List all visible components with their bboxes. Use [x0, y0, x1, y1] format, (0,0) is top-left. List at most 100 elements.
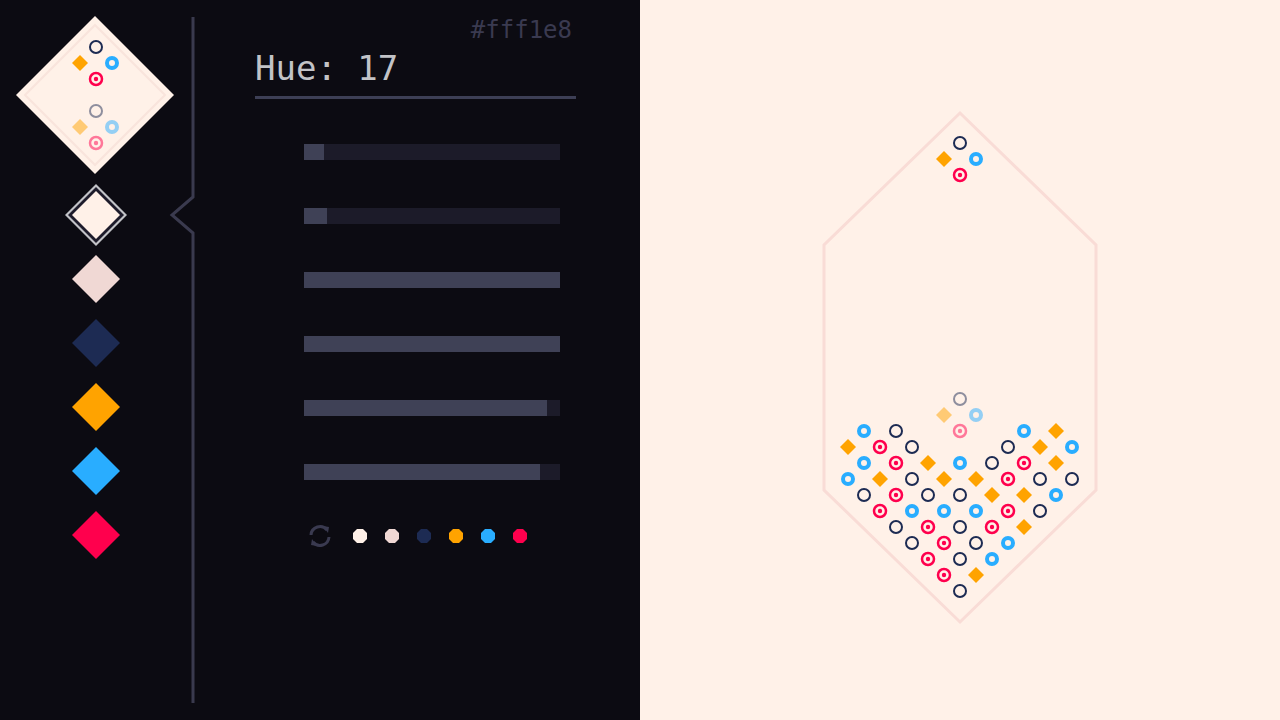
- slider-fill: [304, 272, 560, 288]
- falling-piece[interactable]: [936, 137, 981, 181]
- slider-track[interactable]: [304, 144, 560, 160]
- slider-fill: [304, 336, 560, 352]
- board-cell: [890, 521, 902, 533]
- board-cell: [938, 569, 950, 581]
- board-cell: [72, 119, 88, 135]
- editor-panel: #fff1e8 Hue: 17: [0, 0, 640, 720]
- color-dot[interactable]: [384, 528, 400, 544]
- board-cell: [890, 425, 902, 437]
- board-cell: [938, 537, 950, 549]
- board-cell: [954, 169, 966, 181]
- swatch-diamond: [64, 503, 128, 567]
- board-cell: [971, 506, 981, 516]
- board-cell: [1048, 423, 1064, 439]
- board-cell: [1032, 439, 1048, 455]
- slider-track[interactable]: [304, 464, 560, 480]
- board-cell: [922, 521, 934, 533]
- ghost-piece: [936, 393, 981, 437]
- game-area: [640, 0, 1280, 720]
- board-cell: [90, 41, 102, 53]
- slider-track[interactable]: [304, 272, 560, 288]
- board-cell: [1034, 505, 1046, 517]
- palette-swatch[interactable]: [22, 183, 170, 247]
- board-cell: [840, 439, 856, 455]
- color-dot[interactable]: [352, 528, 368, 544]
- board-cell: [872, 471, 888, 487]
- board-cell: [843, 474, 853, 484]
- board-cell: [906, 473, 918, 485]
- palette-swatch[interactable]: [22, 503, 170, 567]
- color-dot[interactable]: [512, 528, 528, 544]
- board-cell: [955, 458, 965, 468]
- slider-fill: [304, 144, 324, 160]
- board-cell: [107, 122, 117, 132]
- palette-swatch[interactable]: [22, 311, 170, 375]
- piece-preview: [15, 15, 175, 175]
- slider-track[interactable]: [304, 400, 560, 416]
- board-cell: [1034, 473, 1046, 485]
- board-cell: [906, 537, 918, 549]
- board-cell: [986, 457, 998, 469]
- slider-track[interactable]: [304, 336, 560, 352]
- board-cell: [954, 553, 966, 565]
- refresh-icon[interactable]: [304, 520, 336, 552]
- slider-list: [255, 144, 576, 480]
- board-cell: [986, 521, 998, 533]
- palette-column: [0, 0, 166, 720]
- board-cell: [1002, 473, 1014, 485]
- board-cell: [874, 505, 886, 517]
- divider-line: [166, 0, 196, 720]
- board-cell: [922, 553, 934, 565]
- board-cell: [954, 521, 966, 533]
- board-cell: [954, 585, 966, 597]
- board-outline: [824, 113, 1096, 622]
- board-cell: [987, 554, 997, 564]
- board-cell: [936, 471, 952, 487]
- palette-swatch[interactable]: [22, 439, 170, 503]
- board-cell: [971, 154, 981, 164]
- editor-header: #fff1e8 Hue: 17: [255, 0, 576, 99]
- palette-swatch[interactable]: [22, 375, 170, 439]
- color-dot[interactable]: [480, 528, 496, 544]
- board-cell: [922, 489, 934, 501]
- board-cell: [954, 425, 966, 437]
- board-cell: [936, 151, 952, 167]
- game-board[interactable]: [640, 0, 1280, 720]
- board-cell: [874, 441, 886, 453]
- slider-fill: [304, 208, 327, 224]
- swatch-diamond: [64, 183, 128, 247]
- board-cell: [920, 455, 936, 471]
- board-cell: [1018, 457, 1030, 469]
- board-cell: [90, 105, 102, 117]
- board-cell: [90, 73, 102, 85]
- board-cell: [1002, 505, 1014, 517]
- slider-track[interactable]: [304, 208, 560, 224]
- board-cell: [1016, 519, 1032, 535]
- board-cell: [890, 489, 902, 501]
- board-cell: [1066, 473, 1078, 485]
- board-cell: [936, 407, 952, 423]
- board-cell: [72, 55, 88, 71]
- divider: [166, 0, 196, 720]
- selection-notch: [172, 17, 193, 703]
- hex-code: #fff1e8: [255, 0, 576, 44]
- board-cell: [890, 457, 902, 469]
- board-cell: [968, 471, 984, 487]
- color-dot[interactable]: [416, 528, 432, 544]
- mini-palette: [255, 526, 576, 546]
- board-cell: [906, 441, 918, 453]
- board-cell: [90, 137, 102, 149]
- board-cell: [859, 458, 869, 468]
- color-dot[interactable]: [448, 528, 464, 544]
- palette-swatch[interactable]: [22, 247, 170, 311]
- board-cell: [1048, 455, 1064, 471]
- board-cell: [1051, 490, 1061, 500]
- slider-fill: [304, 400, 547, 416]
- board-cell: [1067, 442, 1077, 452]
- palette-list: [22, 183, 170, 567]
- board-cell: [954, 137, 966, 149]
- board-cell: [1002, 441, 1014, 453]
- board-cell: [954, 393, 966, 405]
- board-cell: [939, 506, 949, 516]
- board-cell: [859, 426, 869, 436]
